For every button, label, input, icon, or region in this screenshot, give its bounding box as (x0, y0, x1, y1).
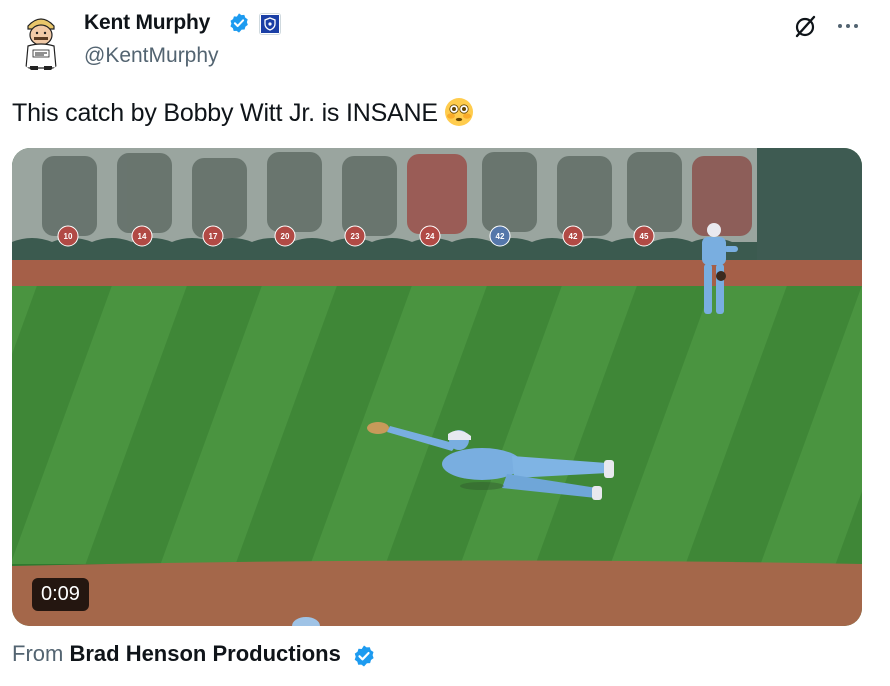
source-attribution: From Brad Henson Productions (12, 641, 341, 667)
source-name[interactable]: Brad Henson Productions (69, 641, 340, 666)
wall-number: 17 (209, 232, 218, 241)
tweet-text: This catch by Bobby Witt Jr. is INSANE (12, 97, 474, 134)
wall-number: 24 (426, 232, 435, 241)
grok-button[interactable] (792, 12, 820, 40)
flushed-face-emoji (444, 97, 474, 134)
verified-badge-icon[interactable] (352, 644, 376, 668)
video-player[interactable]: 10 14 17 20 23 24 42 42 45 0:09 (12, 148, 862, 626)
wall-number: 20 (281, 232, 290, 241)
wall-number: 45 (640, 232, 649, 241)
video-duration: 0:09 (32, 578, 89, 611)
wall-number: 42 (569, 232, 578, 241)
wall-number: 42 (496, 232, 505, 241)
wall-number: 10 (64, 232, 73, 241)
author-display-name[interactable]: Kent Murphy (84, 11, 210, 35)
video-frame: 10 14 17 20 23 24 42 42 45 (12, 148, 862, 626)
author-handle[interactable]: @KentMurphy (84, 44, 219, 68)
wall-number: 14 (138, 232, 147, 241)
grok-icon (795, 15, 816, 38)
tweet-text-content: This catch by Bobby Witt Jr. is INSANE (12, 99, 438, 127)
more-button[interactable] (834, 12, 862, 40)
more-icon (838, 24, 858, 28)
wall-number: 23 (351, 232, 360, 241)
cartoon-avatar-icon (14, 8, 68, 72)
verified-badge-icon[interactable] (228, 12, 250, 34)
author-avatar[interactable] (14, 8, 68, 72)
source-prefix: From (12, 641, 64, 666)
affiliation-badge-icon[interactable] (259, 13, 281, 35)
